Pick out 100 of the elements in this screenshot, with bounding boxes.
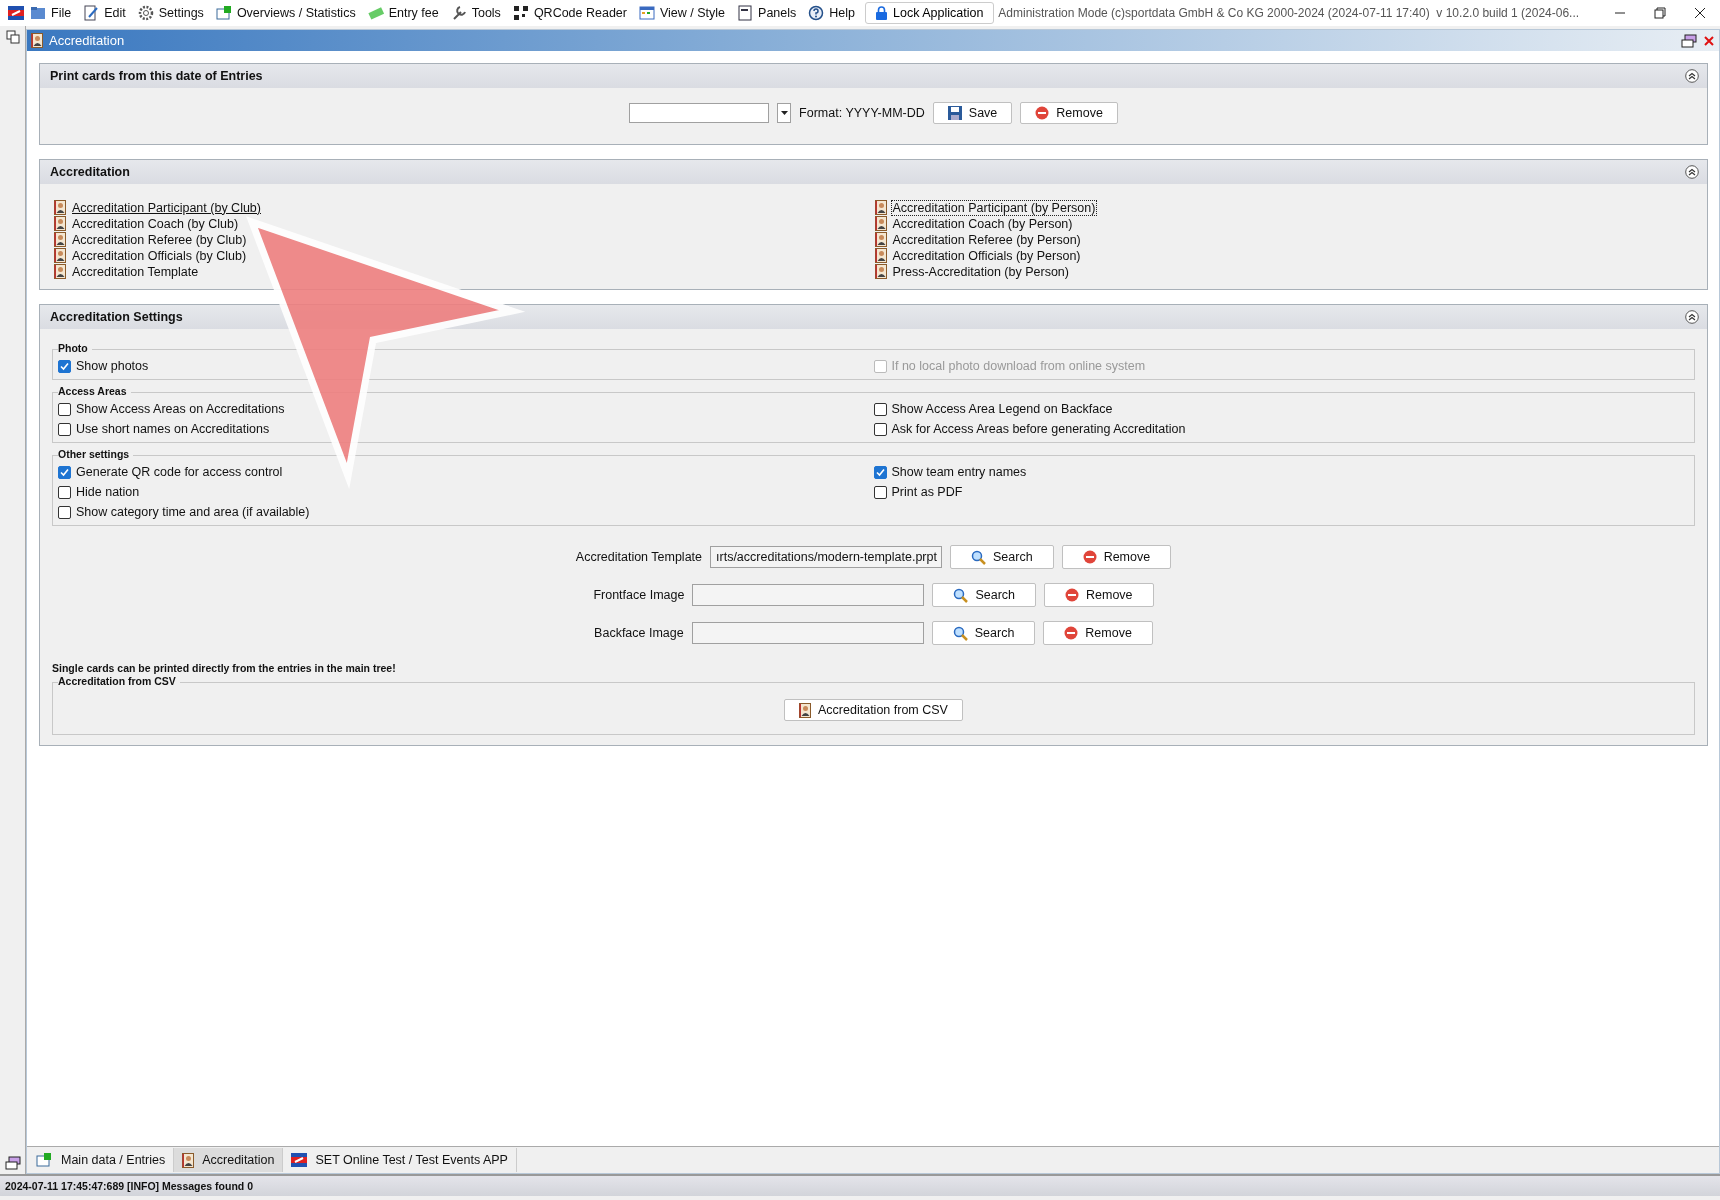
checkbox[interactable] [873,485,887,499]
path-field[interactable] [692,584,925,606]
report-link[interactable]: Accreditation Referee (by Club) [70,231,249,248]
help-icon [808,5,825,21]
table-icon [215,5,232,21]
badge-icon [874,248,887,263]
save-button[interactable]: Save [932,102,1013,124]
report-link[interactable]: Accreditation Template [70,263,201,280]
checkbox[interactable] [873,402,887,416]
search-icon [953,587,969,603]
close-icon[interactable] [1694,7,1706,19]
app-logo-icon [291,1153,308,1167]
menu-item[interactable]: File [24,1,78,25]
menu-item[interactable]: Entry fee [361,1,445,25]
group-title: Photo [58,342,92,354]
checkbox[interactable] [58,422,71,436]
status-text: 2024-07-11 17:45:47:689 [INFO] Messages found 0 [5,1180,254,1192]
menu-item[interactable]: Overviews / Statistics [209,1,362,25]
lock-application-button[interactable]: Lock Application [865,2,995,24]
badge-icon [54,232,66,247]
remove-icon [1065,588,1080,602]
badge-icon [799,702,812,718]
menu-item[interactable]: Panels [731,1,803,25]
checkbox[interactable] [873,422,887,436]
remove-button[interactable]: Remove [1043,621,1153,645]
report-link[interactable]: Press-Accreditation (by Person) [890,263,1071,280]
path-field[interactable]: ırts/accreditations/modern-template.prpt [710,546,943,568]
checkbox-label: Ask for Access Areas before generating Accreditation [891,422,1186,436]
field-label: Backface Image [594,626,684,640]
collapse-icon[interactable] [1685,165,1699,179]
search-button[interactable]: Search [950,545,1054,569]
window-tab[interactable]: Main data / Entries [27,1148,175,1172]
checkbox[interactable] [873,465,887,479]
checkbox[interactable] [58,402,71,416]
checkbox-label: Show Access Area Legend on Backface [891,402,1113,416]
report-link[interactable]: Accreditation Referee (by Person) [890,231,1083,248]
settings-icon [137,5,154,21]
panel-title: Accreditation Settings [50,310,183,324]
lock-icon [876,6,887,20]
menu-item[interactable]: QRCode Reader [506,1,633,25]
date-field[interactable] [629,103,770,123]
edit-icon [83,5,100,21]
remove-button[interactable]: Remove [1020,102,1118,124]
badge-icon [874,264,887,279]
badge-icon [874,232,887,247]
group-title: Other settings [58,448,134,460]
search-button[interactable]: Search [932,583,1037,607]
menu-item[interactable]: Edit [77,1,132,25]
group-title: Accreditation from CSV [58,675,180,687]
windows-icon[interactable] [1681,33,1697,48]
windows-icon[interactable] [4,1156,21,1170]
checkbox[interactable] [58,359,71,373]
caret-icon [780,111,788,115]
menu-item[interactable]: Help [802,1,861,25]
remove-icon [1082,550,1097,564]
checkbox-label: Show team entry names [891,465,1027,479]
checkmark-icon [875,467,885,477]
checkbox-label: Print as PDF [891,485,963,499]
windows-icon[interactable] [5,30,20,44]
menu-item[interactable]: View / Style [633,1,732,25]
report-link[interactable]: Accreditation Participant (by Club) [70,199,263,216]
hint-text: Single cards can be printed directly from the entries in the main tree! [52,662,397,674]
path-field[interactable] [691,622,924,644]
report-link[interactable]: Accreditation Officials (by Club) [70,247,249,264]
window-tab[interactable]: SET Online Test / Test Events APP [283,1148,517,1172]
remove-button[interactable]: Remove [1044,583,1154,607]
window-icon [639,5,655,21]
report-link[interactable]: Accreditation Coach (by Person) [890,215,1075,232]
window-tab[interactable]: Accreditation [174,1148,284,1172]
collapse-icon[interactable] [1685,310,1699,324]
badge-icon [874,200,887,215]
table-icon [35,1152,53,1168]
format-label: Format: YYYY-MM-DD [799,106,925,120]
restore-icon[interactable] [1654,7,1666,19]
field-label: Accreditation Template [575,550,703,564]
menu-item[interactable]: Tools [444,1,507,25]
remove-button[interactable]: Remove [1061,545,1172,569]
checkmark-icon [60,361,69,371]
badge-icon [54,264,66,279]
report-link[interactable]: Accreditation Officials (by Person) [890,247,1083,264]
dropdown-button[interactable] [777,103,792,123]
folder-icon [30,5,46,21]
collapse-icon[interactable] [1685,69,1699,83]
panel-title: Print cards from this date of Entries [50,69,263,83]
search-button[interactable]: Search [931,621,1036,645]
report-link[interactable]: Accreditation Participant (by Person) [890,199,1098,216]
checkmark-icon [60,467,69,477]
checkbox[interactable] [58,465,71,479]
report-link[interactable]: Accreditation Coach (by Club) [70,215,241,232]
badge-icon [54,248,66,263]
checkbox-label: Show category time and area (if available) [76,505,310,519]
menu-item[interactable]: Settings [131,1,210,25]
remove-icon [1064,626,1079,640]
checkbox[interactable] [58,485,71,499]
checkbox-label: Hide nation [76,485,140,499]
panel-icon [737,5,754,21]
qr-code-icon [512,5,529,21]
checkbox[interactable] [58,505,71,519]
csv-button[interactable]: Accreditation from CSV [784,699,963,721]
remove-icon [1035,106,1050,120]
